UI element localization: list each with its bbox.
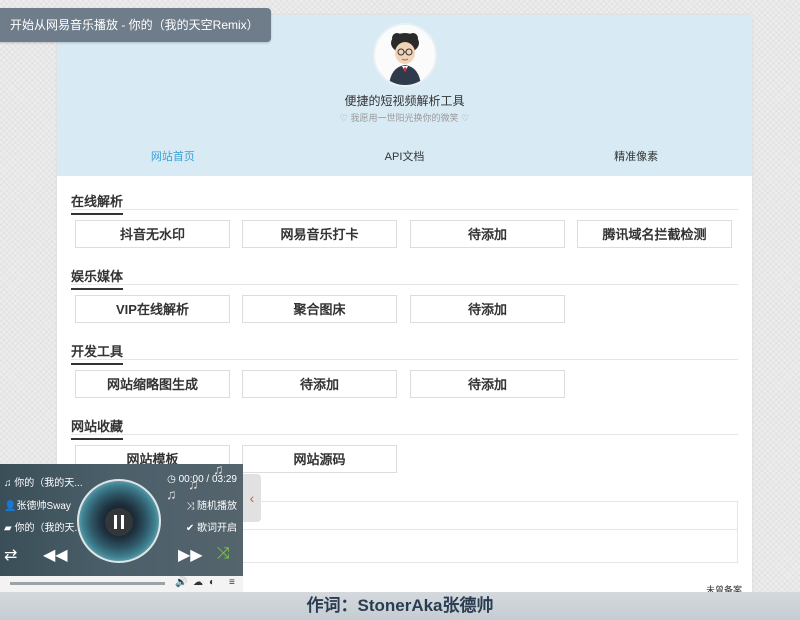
site-source-button[interactable]: 网站源码 bbox=[242, 445, 397, 473]
next-icon[interactable]: ▶▶ bbox=[178, 545, 203, 565]
image-host-button[interactable]: 聚合图床 bbox=[242, 295, 397, 323]
artist-name: 张德帅Sway bbox=[16, 501, 71, 512]
lyrics-status-label: 歌词开启 bbox=[197, 523, 237, 534]
previous-icon[interactable]: ◀◀ bbox=[43, 545, 68, 565]
player-toolbar: 🔊 ☁ ◐ ≡ bbox=[0, 576, 243, 592]
progress-bar[interactable] bbox=[10, 582, 165, 585]
site-title: 便捷的短视频解析工具 bbox=[344, 94, 465, 108]
section-title-favorites: 网站收藏 bbox=[71, 416, 124, 440]
placeholder-button[interactable]: 待添加 bbox=[410, 295, 565, 323]
song-title: ♫ 你的（我的天... bbox=[4, 478, 83, 489]
thumbnail-generator-button[interactable]: 网站缩略图生成 bbox=[75, 370, 230, 398]
placeholder-button[interactable]: 待添加 bbox=[410, 370, 565, 398]
tencent-domain-check-button[interactable]: 腾讯域名拦截检测 bbox=[577, 220, 732, 248]
lyric-line: 作词：StonerAka张德帅 bbox=[306, 596, 494, 615]
section-title-online: 在线解析 bbox=[71, 191, 124, 215]
section-title-dev: 开发工具 bbox=[71, 341, 124, 365]
section-divider bbox=[71, 284, 738, 285]
download-icon[interactable]: ☁ bbox=[193, 577, 203, 588]
nav-api-docs[interactable]: API文档 bbox=[289, 148, 521, 164]
album-row: ▰ 你的（我的天... bbox=[4, 523, 83, 534]
section-divider bbox=[71, 359, 738, 360]
douyin-button[interactable]: 抖音无水印 bbox=[75, 220, 230, 248]
play-mode[interactable]: ⤨ 随机播放 bbox=[186, 497, 237, 512]
toggle-icon[interactable]: ◐ bbox=[209, 577, 215, 588]
vip-parse-button[interactable]: VIP在线解析 bbox=[75, 295, 230, 323]
netease-checkin-button[interactable]: 网易音乐打卡 bbox=[242, 220, 397, 248]
time-text: 00:00 / 03:29 bbox=[178, 474, 237, 485]
player-collapse-button[interactable]: ‹ bbox=[243, 474, 261, 522]
volume-icon[interactable]: 🔊 bbox=[175, 577, 187, 588]
section-title-fun: 娱乐媒体 bbox=[71, 266, 124, 290]
lyrics-toggle[interactable]: ✔ 歌词开启 bbox=[186, 519, 237, 534]
artist-row: 👤张德帅Sway bbox=[4, 501, 71, 512]
section-divider bbox=[71, 209, 738, 210]
site-subtitle: ♡ 我愿用一世阳光换你的微笑 ♡ bbox=[339, 113, 470, 123]
avatar bbox=[373, 23, 437, 87]
time-display: ◷ 00:00 / 03:29 bbox=[167, 474, 237, 485]
song-name: 你的（我的天... bbox=[14, 478, 83, 489]
album-name: 你的（我的天... bbox=[14, 523, 83, 534]
pause-icon[interactable] bbox=[105, 508, 133, 536]
music-player: ♫ 你的（我的天... 👤张德帅Sway ▰ 你的（我的天... ♫ ♫ ♫ ◷… bbox=[0, 461, 243, 592]
shuffle-icon[interactable]: ⤨ bbox=[217, 545, 230, 563]
now-playing-notice: 开始从网易音乐播放 - 你的（我的天空Remix） bbox=[0, 8, 271, 42]
repeat-icon[interactable]: ⇄ bbox=[4, 545, 17, 565]
music-note-icon: ♫ bbox=[166, 486, 177, 502]
main-nav: 网站首页 API文档 精准像素 bbox=[57, 148, 752, 164]
avatar-illustration bbox=[375, 25, 435, 85]
section-divider bbox=[71, 434, 738, 435]
play-mode-label: 随机播放 bbox=[197, 501, 237, 512]
menu-icon[interactable]: ≡ bbox=[229, 577, 235, 588]
placeholder-button[interactable]: 待添加 bbox=[410, 220, 565, 248]
nav-pixel[interactable]: 精准像素 bbox=[520, 148, 752, 164]
placeholder-button[interactable]: 待添加 bbox=[242, 370, 397, 398]
nav-home[interactable]: 网站首页 bbox=[57, 148, 289, 164]
